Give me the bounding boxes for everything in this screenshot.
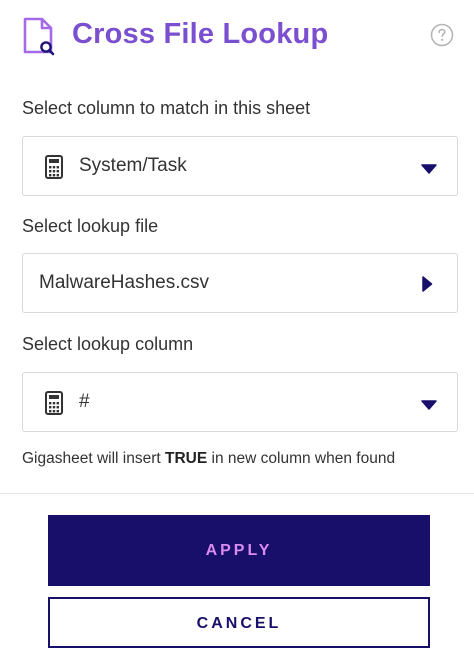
calculator-icon [45,155,63,179]
match-column-select[interactable]: System/Task [22,136,458,196]
insert-note: Gigasheet will insert TRUE in new column… [22,450,395,468]
apply-button[interactable]: APPLY [48,515,430,586]
calculator-icon [45,391,63,415]
insert-note-suffix: in new column when found [207,450,396,467]
divider [0,493,474,494]
lookup-file-value: MalwareHashes.csv [39,272,209,293]
match-column-value: System/Task [79,155,187,176]
file-search-icon [23,17,55,56]
insert-note-keyword: TRUE [165,450,208,467]
chevron-down-icon[interactable] [421,164,437,174]
lookup-file-label: Select lookup file [22,216,159,236]
chevron-right-icon[interactable] [421,276,433,292]
lookup-column-value: # [79,391,90,412]
lookup-file-select[interactable]: MalwareHashes.csv [22,253,458,313]
match-column-label: Select column to match in this sheet [22,98,311,118]
panel-header: Cross File Lookup [22,16,458,56]
chevron-down-icon[interactable] [421,400,437,410]
help-circle-icon[interactable] [430,23,454,47]
insert-note-prefix: Gigasheet will insert [22,450,166,467]
lookup-column-label: Select lookup column [22,334,194,354]
panel-title: Cross File Lookup [72,18,329,50]
cancel-button[interactable]: CANCEL [48,597,430,648]
lookup-column-select[interactable]: # [22,372,458,432]
